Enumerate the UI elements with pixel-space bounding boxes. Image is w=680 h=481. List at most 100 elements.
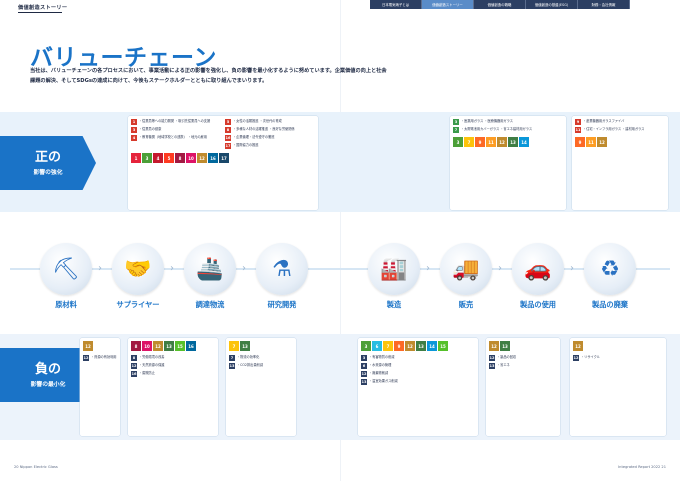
- item-text: ・国際協力の推進: [233, 143, 259, 147]
- sdg-number-badge: 12: [361, 371, 367, 377]
- stage-label: 製品の使用: [520, 300, 556, 309]
- footer-right: Integrated Report 2022 21: [618, 465, 666, 469]
- sdg-goal-14-icon: 14: [519, 137, 529, 147]
- pos-left-sdg-row: 1 3 4 5 8 10 12 16 17: [131, 153, 315, 163]
- chevron-right-icon: ›: [170, 263, 174, 274]
- pos-r2-items: 9 ・産業機器用ガラスファイバ 11 ・住宅・インフラ用ガラス ・建材用ガラス: [575, 119, 665, 133]
- sdg-number-badge: 3: [131, 127, 137, 133]
- item-text: ・有害物質の削減: [369, 355, 395, 359]
- intro-text: 当社は、バリューチェーンの各プロセスにおいて、事業活動による正の影響を強化し、負…: [30, 68, 387, 84]
- neg-item: 13 ・CO2排出量削減: [229, 363, 293, 369]
- sdg-goal-12-icon: 12: [83, 341, 93, 351]
- item-text: ・多様な人材の活躍推進 ・良好な労使関係: [233, 127, 295, 131]
- flask-icon: ⚗: [256, 243, 308, 295]
- sdg-number-badge: 3: [361, 355, 367, 361]
- neg-item: 7 ・物流の効率化: [229, 355, 293, 361]
- item-text: ・従業員の健康: [139, 127, 162, 131]
- tab-strategy[interactable]: 価値創造の戦略: [474, 0, 526, 9]
- neg-item: 13 ・省エネ: [489, 363, 557, 369]
- tab-value-story[interactable]: 価値創造ストーリー: [422, 0, 474, 9]
- pos-item: 5 ・女性の活躍推進 ・次世代の育成: [225, 119, 313, 125]
- sdg-number-badge: 16: [225, 135, 231, 141]
- item-text: ・太陽電池用カバーガラス ・省エネ建材用ガラス: [461, 127, 533, 131]
- tab-esg[interactable]: 価値創造の基盤(ESG): [526, 0, 578, 9]
- sdg-number-badge: 6: [361, 363, 367, 369]
- sdg-number-badge: 13: [489, 363, 495, 369]
- car-icon: 🚗: [512, 243, 564, 295]
- pos-r2-sdg-row: 9 11 12: [575, 137, 665, 147]
- item-text: ・リサイクル: [581, 355, 600, 359]
- sdg-goal-9-icon: 9: [394, 341, 404, 351]
- stage-label: 研究開発: [267, 300, 297, 309]
- chevron-right-icon: ›: [242, 263, 246, 274]
- chevron-right-icon: ›: [426, 263, 430, 274]
- item-text: ・水資源の管理: [369, 363, 392, 367]
- sdg-number-badge: 8: [225, 127, 231, 133]
- sdg-number-badge: 5: [225, 119, 231, 125]
- item-text: ・天然資源の保護: [139, 363, 165, 367]
- sdg-number-badge: 12: [489, 355, 495, 361]
- sdg-number-badge: 12: [131, 363, 137, 369]
- sdg-goal-14-icon: 14: [427, 341, 437, 351]
- sdg-goal-15-icon: 15: [175, 341, 185, 351]
- neg-item: 8 ・労働環境の改善: [131, 355, 215, 361]
- pos-left-col1: 1 ・従業員等への能力開発 ・取引先従業員への支援 3 ・従業員の健康 4 ・教育機関（地…: [131, 119, 219, 151]
- pos-item: 1 ・従業員等への能力開発 ・取引先従業員への支援: [131, 119, 219, 125]
- pos-item: 8 ・多様な人材の活躍推進 ・良好な労使関係: [225, 127, 313, 133]
- sdg-goal-13-icon: 13: [416, 341, 426, 351]
- sdg-goal-8-icon: 8: [131, 341, 141, 351]
- sdg-goal-1-icon: 1: [131, 153, 141, 163]
- sdg-number-badge: 12: [573, 355, 579, 361]
- sdg-goal-6-icon: 6: [372, 341, 382, 351]
- neg-item: 12 ・天然資源の保護: [131, 363, 215, 369]
- neg-item: 3 ・有害物質の削減: [361, 355, 475, 361]
- item-text: ・女性の活躍推進 ・次世代の育成: [233, 119, 282, 123]
- chevron-right-icon: ›: [498, 263, 502, 274]
- sdg-number-badge: 3: [453, 119, 459, 125]
- chevron-right-icon: ›: [98, 263, 102, 274]
- sdg-number-badge: 16: [131, 371, 137, 377]
- sdg-number-badge: 1: [131, 119, 137, 125]
- stage-label: 原材料: [55, 300, 77, 309]
- stage-label: 製造: [386, 300, 402, 309]
- sdg-goal-12-icon: 12: [405, 341, 415, 351]
- sdg-goal-10-icon: 10: [186, 153, 196, 163]
- tab-financial[interactable]: 財務・会社情報: [578, 0, 630, 9]
- sdg-number-badge: 17: [225, 143, 231, 149]
- pos-item: 7 ・太陽電池用カバーガラス ・省エネ建材用ガラス: [453, 127, 563, 133]
- neg-card: 12 13 12 ・製品の回収 13 ・省エネ: [486, 338, 560, 436]
- neg-sdg-row: 8 10 12 13 15 16: [131, 341, 215, 351]
- stage-label: 調達物流: [195, 300, 225, 309]
- stage-label: 製品の廃棄: [592, 300, 628, 309]
- sdg-number-badge: 9: [575, 119, 581, 125]
- chevron-right-icon: ›: [570, 263, 574, 274]
- sdg-number-badge: 12: [83, 355, 89, 361]
- item-text: ・医薬用ガラス ・医療機器用ガラス: [461, 119, 513, 123]
- neg-card: 12 12 ・資源の有効利用: [80, 338, 120, 436]
- pos-r1-items: 3 ・医薬用ガラス ・医療機器用ガラス 7 ・太陽電池用カバーガラス ・省エネ建材用ガ…: [453, 119, 563, 133]
- neg-item: 12 ・リサイクル: [573, 355, 663, 361]
- pos-card-use: 9 ・産業機器用ガラスファイバ 11 ・住宅・インフラ用ガラス ・建材用ガラス 9 11…: [572, 116, 668, 210]
- sdg-goal-7-icon: 7: [383, 341, 393, 351]
- pos-item: 9 ・産業機器用ガラスファイバ: [575, 119, 665, 125]
- sdg-goal-16-icon: 16: [208, 153, 218, 163]
- pos-item: 17 ・国際協力の推進: [225, 143, 313, 149]
- neg-sdg-row: 12: [83, 341, 117, 351]
- recycle-bin-icon: ♻: [584, 243, 636, 295]
- sdg-goal-11-icon: 11: [586, 137, 596, 147]
- neg-card: 3 6 7 9 12 13 14 15 3 ・有害物質の削減 6 ・水資源の管理 12 ・廃棄物削減 13 ・…: [358, 338, 478, 436]
- positive-label-small: 影響の強化: [33, 170, 63, 176]
- sdg-goal-13-icon: 13: [164, 341, 174, 351]
- sdg-goal-13-icon: 13: [508, 137, 518, 147]
- sdg-number-badge: 8: [131, 355, 137, 361]
- neg-item: 6 ・水資源の管理: [361, 363, 475, 369]
- item-text: ・物流の効率化: [237, 355, 260, 359]
- sdg-goal-15-icon: 15: [438, 341, 448, 351]
- sdg-goal-9-icon: 9: [475, 137, 485, 147]
- item-text: ・腐敗防止: [139, 371, 155, 375]
- negative-label-small: 影響の最小化: [30, 382, 66, 388]
- tab-about[interactable]: 日本電気硝子とは: [370, 0, 422, 9]
- pos-card-production: 3 ・医薬用ガラス ・医療機器用ガラス 7 ・太陽電池用カバーガラス ・省エネ建材用ガ…: [450, 116, 566, 210]
- pos-r1-sdg-row: 3 7 9 11 12 13 14: [453, 137, 563, 147]
- section-label: 価値創造ストーリー: [18, 5, 68, 13]
